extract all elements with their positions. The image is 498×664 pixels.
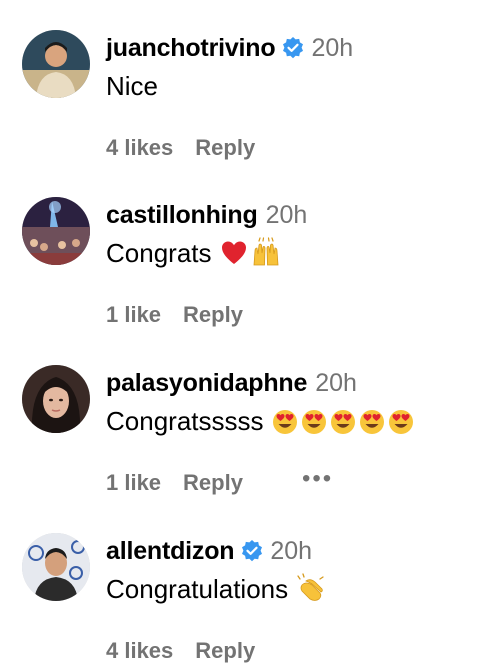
username[interactable]: juanchotrivino [106,34,276,62]
username[interactable]: castillonhing [106,201,258,229]
comment-actions: 4 likes Reply [106,135,255,161]
comment-text: Congrats [106,237,281,274]
reply-button[interactable]: Reply [195,638,255,663]
avatar[interactable] [22,30,90,98]
comment-text: Nice [106,70,158,102]
verified-badge-icon [240,539,264,573]
username[interactable]: palasyonidaphne [106,369,307,397]
comment-body: Congratulations [106,574,289,604]
comment-body: Congrats [106,238,212,268]
comment-header: castillonhing 20h [106,201,307,233]
comment-header: juanchotrivino 20h [106,34,353,70]
comment-text: Congratulations [106,573,326,610]
timestamp: 20h [265,201,308,229]
avatar[interactable] [22,197,90,265]
timestamp: 20h [315,369,357,397]
reply-button[interactable]: Reply [195,135,255,160]
timestamp: 20h [270,537,313,565]
heart-eyes-emoji [359,409,385,442]
reply-button[interactable]: Reply [183,302,243,327]
heart-eyes-emoji [388,409,414,442]
comment-actions: 1 like Reply [106,302,243,328]
clapping-hands-emoji [296,573,326,610]
comment-body: Congratsssss [106,406,264,436]
likes-count[interactable]: 4 likes [106,135,173,160]
more-options-button[interactable]: ••• [302,465,333,493]
likes-count[interactable]: 1 like [106,302,161,327]
heart-eyes-emoji [272,409,298,442]
likes-count[interactable]: 4 likes [106,638,173,663]
comment-text: Congratsssss [106,405,414,442]
likes-count[interactable]: 1 like [106,470,161,495]
avatar[interactable] [22,365,90,433]
comment-actions: 4 likes Reply [106,638,255,664]
reply-button[interactable]: Reply [183,470,243,495]
comment-header: palasyonidaphne 20h [106,369,357,401]
comment-body: Nice [106,71,159,101]
heart-eyes-emoji [301,409,327,442]
heart-eyes-emoji [330,409,356,442]
timestamp: 20h [311,34,354,62]
avatar[interactable] [22,533,90,601]
username[interactable]: allentdizon [106,537,235,565]
red-heart-emoji [220,239,248,274]
comment-header: allentdizon 20h [106,537,312,573]
verified-badge-icon [281,36,305,70]
raising-hands-emoji [251,237,281,274]
comment-actions: 1 like Reply [106,470,243,496]
